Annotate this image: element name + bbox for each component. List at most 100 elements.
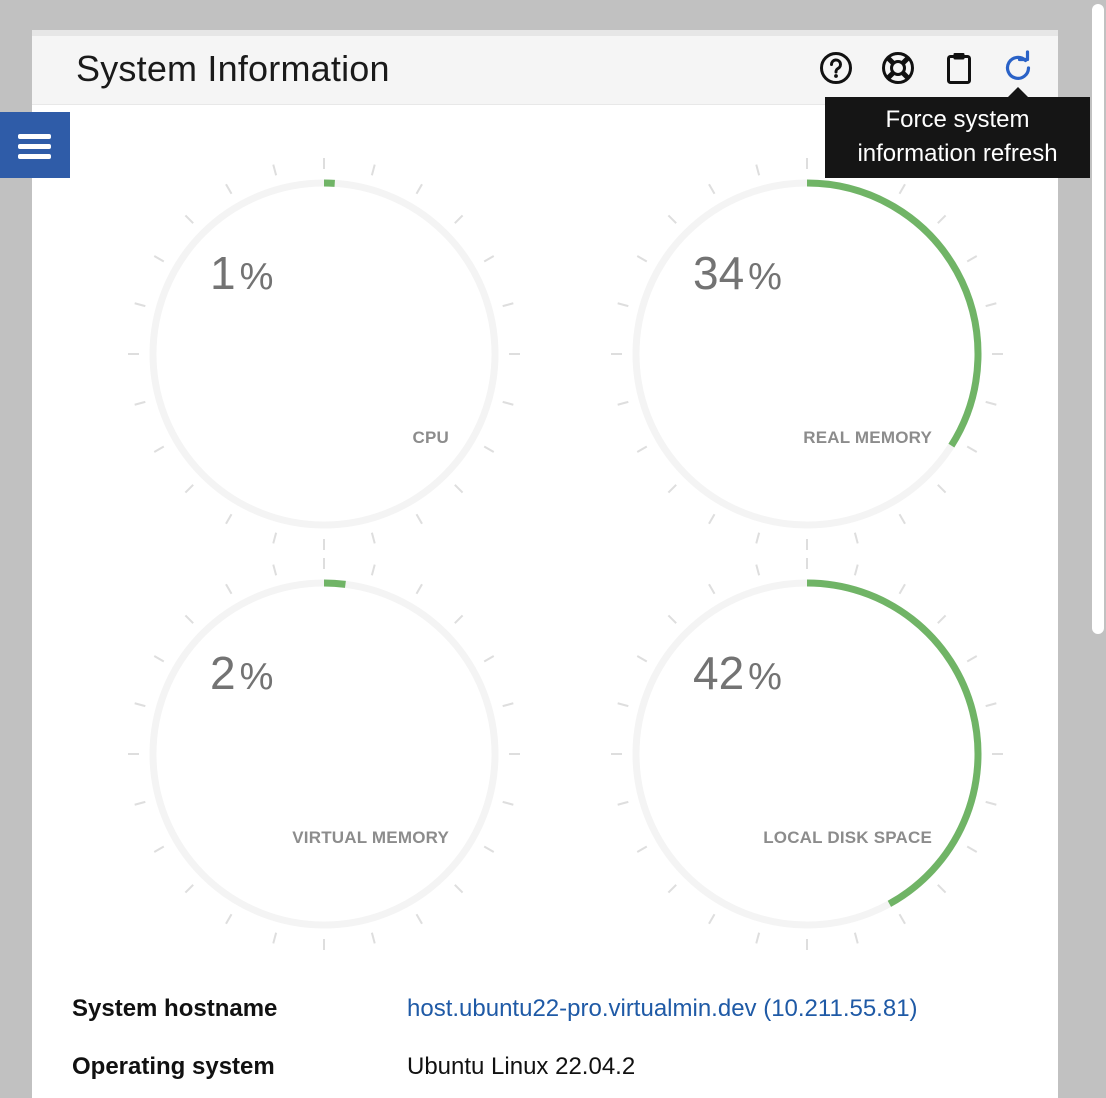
gauge-tick bbox=[667, 484, 677, 494]
menu-toggle-button[interactable] bbox=[0, 112, 70, 178]
gauge-tick bbox=[272, 564, 278, 576]
panel-title: System Information bbox=[76, 48, 390, 89]
gauge-tick bbox=[454, 884, 464, 894]
os-value: Ubuntu Linux 22.04.2 bbox=[407, 1053, 636, 1080]
gauge-tick bbox=[370, 532, 376, 544]
gauge-fill-arc bbox=[323, 579, 346, 588]
gauge-tick bbox=[502, 400, 514, 406]
gauge-tick bbox=[454, 484, 464, 494]
gauge-tick bbox=[853, 532, 859, 544]
gauge-tick bbox=[184, 214, 194, 224]
hostname-key: System hostname bbox=[72, 995, 278, 1022]
gauge-tick bbox=[898, 583, 906, 595]
gauge-label: VIRTUAL MEMORY bbox=[292, 828, 449, 847]
gauge-tick bbox=[708, 513, 716, 525]
gauge-tick bbox=[853, 932, 859, 944]
gauge-tick bbox=[134, 702, 146, 708]
gauge-tick bbox=[225, 583, 233, 595]
gauge-dial bbox=[128, 558, 520, 950]
gauge-tick bbox=[483, 445, 495, 453]
gauge-tick bbox=[225, 513, 233, 525]
gauge-tick bbox=[134, 302, 146, 308]
gauge-tick bbox=[636, 655, 648, 663]
gauge-tick bbox=[502, 302, 514, 308]
gauge-tick bbox=[272, 532, 278, 544]
gauge-tick bbox=[985, 400, 997, 406]
panel-header: System Information bbox=[32, 36, 1058, 105]
gauge-tick bbox=[272, 932, 278, 944]
gauge-tick bbox=[225, 913, 233, 925]
refresh-icon[interactable] bbox=[1000, 50, 1036, 86]
gauge-tick bbox=[184, 484, 194, 494]
gauge-tick bbox=[636, 845, 648, 853]
gauge-tick bbox=[184, 614, 194, 624]
gauge-tick bbox=[134, 800, 146, 806]
gauge-tick bbox=[415, 583, 423, 595]
gauge-dial bbox=[611, 158, 1003, 550]
gauge-tick bbox=[708, 913, 716, 925]
gauge-tick bbox=[966, 845, 978, 853]
gauge-tick bbox=[636, 255, 648, 263]
gauge-dial bbox=[611, 558, 1003, 950]
gauge-tick bbox=[415, 513, 423, 525]
gauge-tick bbox=[454, 214, 464, 224]
gauge-tick bbox=[667, 614, 677, 624]
gauge-tick bbox=[617, 800, 629, 806]
cpu-gauge: 1% CPU bbox=[114, 144, 534, 564]
help-icon[interactable] bbox=[818, 50, 854, 86]
gauge-tick bbox=[937, 214, 947, 224]
os-key: Operating system bbox=[72, 1053, 275, 1080]
gauge-label: CPU bbox=[412, 428, 449, 447]
gauge-tick bbox=[153, 445, 165, 453]
gauge-tick bbox=[617, 400, 629, 406]
gauge-tick bbox=[153, 255, 165, 263]
gauge-tick bbox=[153, 655, 165, 663]
gauge-value: 2% bbox=[210, 647, 274, 699]
gauge-tick bbox=[898, 513, 906, 525]
scrollbar-thumb[interactable] bbox=[1092, 4, 1104, 634]
gauge-tick bbox=[985, 800, 997, 806]
gauge-tick bbox=[755, 164, 761, 176]
gauge-tick bbox=[755, 564, 761, 576]
gauge-tick bbox=[617, 302, 629, 308]
gauge-track bbox=[149, 579, 499, 929]
gauge-fill-arc bbox=[806, 579, 982, 907]
gauge-tick bbox=[937, 484, 947, 494]
gauge-tick bbox=[272, 164, 278, 176]
tooltip-line-2: information refresh bbox=[857, 140, 1058, 167]
gauge-dial bbox=[128, 158, 520, 550]
gauge-tick bbox=[184, 884, 194, 894]
gauge-tick bbox=[898, 913, 906, 925]
gauge-tick bbox=[667, 884, 677, 894]
gauge-tick bbox=[636, 445, 648, 453]
gauge-tick bbox=[483, 845, 495, 853]
gauge-tick bbox=[370, 932, 376, 944]
tooltip-line-1: Force system bbox=[885, 106, 1030, 133]
gauge-tick bbox=[483, 655, 495, 663]
tooltip-arrow bbox=[1008, 87, 1028, 97]
support-lifebuoy-icon[interactable] bbox=[880, 50, 916, 86]
gauge-tick bbox=[966, 445, 978, 453]
gauge-tick bbox=[502, 800, 514, 806]
local-disk-space-gauge: 42% LOCAL DISK SPACE bbox=[597, 544, 1017, 964]
clipboard-icon[interactable] bbox=[941, 50, 977, 86]
gauge-tick bbox=[415, 183, 423, 195]
gauge-tick bbox=[370, 564, 376, 576]
gauge-tick bbox=[225, 183, 233, 195]
gauge-tick bbox=[617, 702, 629, 708]
gauge-tick bbox=[755, 932, 761, 944]
hostname-link[interactable]: host.ubuntu22-pro.virtualmin.dev (10.211… bbox=[407, 995, 918, 1023]
gauge-tick bbox=[985, 702, 997, 708]
gauge-label: LOCAL DISK SPACE bbox=[763, 828, 932, 847]
gauge-label: REAL MEMORY bbox=[803, 428, 932, 447]
gauge-value: 1% bbox=[210, 247, 274, 299]
gauge-tick bbox=[755, 532, 761, 544]
gauge-track bbox=[149, 179, 499, 529]
gauge-fill-arc bbox=[806, 179, 982, 448]
gauge-value: 34% bbox=[693, 247, 782, 299]
gauge-tick bbox=[937, 884, 947, 894]
gauge-tick bbox=[134, 400, 146, 406]
gauge-tick bbox=[985, 302, 997, 308]
gauge-tick bbox=[454, 614, 464, 624]
gauge-tick bbox=[708, 183, 716, 195]
